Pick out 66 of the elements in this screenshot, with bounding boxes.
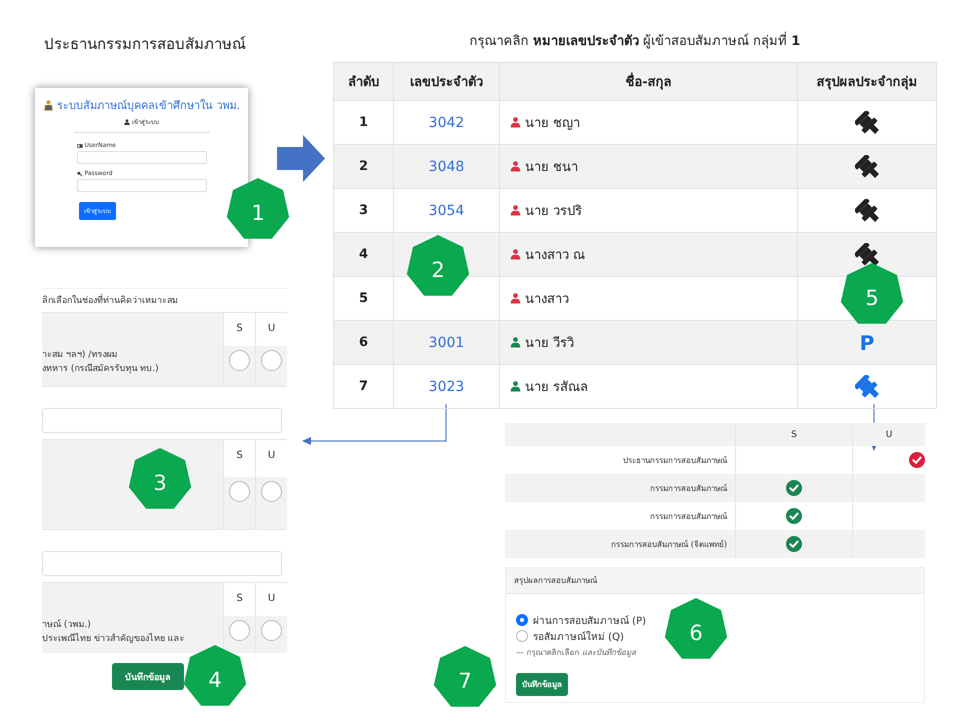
option-label: รอสัมภาษณ์ใหม่ (Q) [533, 630, 624, 644]
table-cell: กรรมการสอบสัมภาษณ์ (จิตแพทย์) [505, 530, 736, 558]
radio-button[interactable] [516, 614, 528, 626]
student-name: นางสาว [525, 292, 569, 307]
table-cell: 4 [334, 232, 394, 276]
table-cell: กรรมการสอบสัมภาษณ์ [505, 474, 736, 502]
key-icon [76, 170, 82, 176]
card-header: สรุปผลการสอบสัมภาษณ์ [506, 568, 924, 594]
criterion-text: าษณ์ (วพม.) [42, 618, 92, 632]
criterion-text: ประเพณีไทย ข่าวสำคัญของไทย และ [42, 632, 186, 646]
emblem-icon [43, 99, 54, 111]
save-button[interactable]: บันทึกข้อมูล [112, 663, 184, 690]
radio-button[interactable] [229, 350, 250, 371]
check-circle-icon [908, 452, 924, 468]
column-header: สรุปผลประจำกลุ่ม [798, 62, 936, 100]
check-circle-icon [786, 480, 802, 496]
student-name: นาย ชญา [525, 116, 580, 131]
login-title: ระบบสัมภาษณ์บุคคลเข้าศึกษาใน วพม. [57, 98, 240, 114]
table-cell: 6 [334, 320, 394, 364]
block-arrow [277, 135, 325, 182]
student-name: นางสาว ณ [525, 248, 586, 263]
column-header: เลขประจำตัว [394, 62, 500, 100]
table-cell: 2 [334, 144, 394, 188]
radio-button[interactable] [261, 481, 282, 502]
check-circle-icon [786, 536, 802, 552]
radio-button[interactable] [261, 350, 282, 371]
id-card-icon [76, 142, 82, 148]
slide-title: ประธานกรรมการสอบสัมภาษณ์ [44, 34, 246, 55]
gavel-icon[interactable] [855, 242, 879, 266]
column-header: ชื่อ-สกุล [500, 62, 798, 100]
input-field[interactable] [76, 179, 206, 192]
criterion-text: าะสม ฯลฯ) /ทรงผม [42, 348, 118, 362]
criterion-text: งทหาร (กรณีสมัครรับทุน ทบ.) [42, 362, 160, 376]
input-field[interactable] [42, 551, 282, 576]
user-icon [124, 119, 130, 125]
radio-button[interactable] [261, 620, 282, 641]
option-label: ผ่านการสอบสัมภาษณ์ (P) [533, 614, 646, 628]
column-header: S [736, 423, 852, 446]
gavel-icon[interactable] [855, 154, 879, 178]
table-cell: กรรมการสอบสัมภาษณ์ [505, 502, 736, 530]
id-link[interactable]: 3001 [428, 334, 464, 350]
student-name: นาย วรปริ [525, 204, 582, 219]
table-caption: กรุณาคลิก หมายเลขประจำตัว ผู้เข้าสอบสัมภาษณ์ กลุ่มที่ 1 [333, 30, 937, 51]
radio-button[interactable] [516, 630, 528, 642]
hint-text: — กรุณาคลิกเลือก และบันทึกข้อมูล [516, 647, 638, 659]
id-link[interactable]: 3054 [428, 202, 464, 218]
input-field[interactable] [76, 151, 206, 164]
table-cell: ประธานกรรมการสอบสัมภาษณ์ [505, 446, 736, 474]
gavel-icon[interactable] [855, 198, 879, 222]
student-name: นาย วีรวิ [525, 336, 574, 351]
id-link[interactable]: 3048 [428, 158, 464, 174]
gavel-icon[interactable] [855, 110, 879, 134]
input-field[interactable] [42, 408, 282, 433]
result-label: P [860, 330, 874, 354]
radio-button[interactable] [229, 481, 250, 502]
student-name: นาย ชนา [525, 160, 578, 175]
column-header: ลำดับ [334, 62, 394, 100]
instruction-text: ลิกเลือกในช่องที่ท่านคิดว่าเหมาะสม [42, 289, 287, 312]
id-link[interactable]: 3023 [428, 378, 464, 394]
check-circle-icon [786, 508, 802, 524]
student-name: นาย รสัณล [525, 380, 588, 395]
table-cell: 7 [334, 364, 394, 408]
save-button[interactable]: บันทึกข้อมูล [516, 673, 568, 696]
column-header: U [852, 423, 925, 446]
id-link[interactable]: 3042 [428, 114, 464, 130]
radio-button[interactable] [229, 620, 250, 641]
